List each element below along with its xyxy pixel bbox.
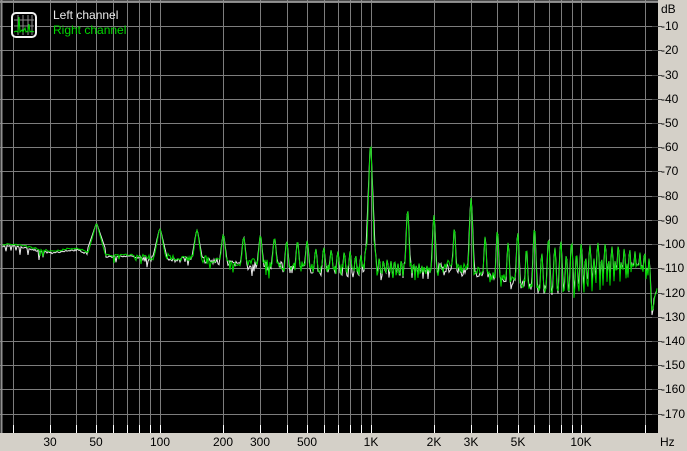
plot-background: [0, 0, 658, 433]
x-tick-label: 10K: [570, 435, 592, 449]
x-tick-label: 1K: [363, 435, 379, 449]
x-tick-label: 500: [296, 435, 318, 449]
x-tick-label: 30: [43, 435, 57, 449]
y-tick-label: -150: [661, 358, 686, 372]
y-tick-label: -90: [661, 213, 679, 227]
x-axis-unit-label: Hz: [660, 435, 675, 449]
y-tick-label: -120: [661, 286, 686, 300]
x-tick-label: 100: [149, 435, 171, 449]
legend-left-channel-label: Left channel: [53, 8, 119, 22]
y-axis-unit-label: dB: [661, 2, 676, 16]
spectrum-icon: [11, 12, 37, 38]
y-tick-label: -170: [661, 407, 686, 421]
x-tick-label: 50: [89, 435, 103, 449]
spectrum-canvas: [0, 0, 687, 451]
y-tick-label: -10: [661, 19, 679, 33]
spectrum-analyzer-window: -10 -20 -30 -40 -50 -60 -70 -80 -90 -100 -110 -120 -…: [0, 0, 687, 451]
x-tick-label: 3K: [463, 435, 479, 449]
x-tick-label: 2K: [426, 435, 442, 449]
x-tick-label: 5K: [510, 435, 526, 449]
x-tick-label: 200: [212, 435, 234, 449]
y-tick-label: -160: [661, 382, 686, 396]
y-tick-label: -60: [661, 140, 679, 154]
y-tick-label: -110: [661, 261, 685, 275]
y-tick-label: -100: [661, 237, 686, 251]
y-tick-label: -30: [661, 68, 679, 82]
y-tick-label: -50: [661, 116, 679, 130]
legend-right-channel-label: Right channel: [53, 23, 127, 37]
y-tick-label: -40: [661, 92, 679, 106]
y-tick-label: -130: [661, 310, 686, 324]
x-tick-label: 300: [249, 435, 271, 449]
y-tick-label: -20: [661, 43, 679, 57]
y-tick-label: -80: [661, 189, 679, 203]
y-tick-label: -70: [661, 164, 679, 178]
y-tick-label: -140: [661, 334, 686, 348]
